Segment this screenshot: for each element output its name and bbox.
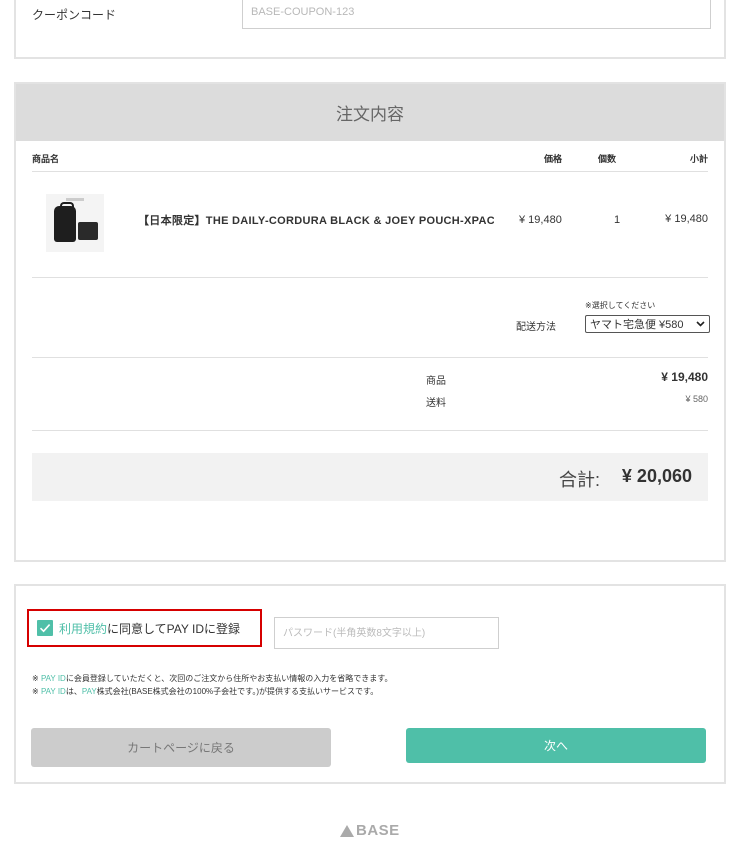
base-logo-icon (340, 824, 354, 837)
grand-total-box: 合計: ¥ 20,060 (32, 453, 708, 501)
grand-total-value: ¥ 20,060 (621, 466, 692, 486)
column-price: 価格 (544, 154, 563, 164)
coupon-section: クーポンコード (14, 0, 726, 59)
column-product-name: 商品名 (32, 154, 60, 164)
grand-total-label: 合計: (558, 470, 600, 490)
order-title: 注文内容 (16, 84, 724, 141)
agree-checkbox[interactable] (37, 620, 53, 636)
items-total-label: 商品 (426, 376, 446, 387)
column-quantity: 個数 (598, 154, 617, 164)
password-input[interactable] (274, 617, 499, 649)
product-name: 【日本限定】THE DAILY-CORDURA BLACK & JOEY POU… (138, 215, 494, 227)
pay-id-notes: ※ PAY IDに会員登録していただくと、次回のご注文から住所やお支払い情報の入… (32, 672, 392, 698)
shipping-method-value: ヤマト宅急便 ¥580 (590, 319, 684, 331)
order-summary: 注文内容 商品名 価格 個数 小計 【日本限定】THE DAILY-CORDUR… (14, 82, 726, 562)
product-thumbnail (46, 194, 104, 252)
pay-id-registration: 利用規約 に同意してPAY IDに登録 ※ PAY IDに会員登録していただくと、… (14, 584, 726, 784)
back-to-cart-button[interactable]: カートページに戻る (31, 728, 331, 767)
base-logo-text: BASE (356, 822, 400, 839)
product-subtotal: ¥ 19,480 (665, 213, 708, 225)
items-total-value: ¥ 19,480 (661, 370, 708, 384)
shipping-method-label: 配送方法 (516, 322, 556, 333)
product-row: 【日本限定】THE DAILY-CORDURA BLACK & JOEY POU… (32, 172, 708, 278)
shipping-fee-label: 送料 (426, 398, 446, 409)
base-logo: BASE (340, 822, 400, 839)
agree-label: に同意してPAY IDに登録 (107, 621, 241, 636)
shipping-fee-value: ¥ 580 (685, 394, 708, 404)
product-quantity: 1 (614, 214, 621, 226)
coupon-input[interactable] (242, 0, 711, 29)
shipping-note: ※選択してください (585, 301, 656, 310)
check-icon (39, 624, 51, 633)
chevron-down-icon (696, 319, 705, 329)
column-subtotal: 小計 (689, 154, 708, 164)
totals-breakdown: 商品 ¥ 19,480 送料 ¥ 580 (32, 358, 708, 431)
note-line-2: ※ PAY IDは、PAY株式会社(BASE株式会社の100%子会社です。)が提… (32, 687, 379, 696)
terms-link[interactable]: 利用規約 (59, 620, 107, 637)
shipping-method-select[interactable]: ヤマト宅急便 ¥580 (585, 315, 710, 333)
agree-terms-highlight: 利用規約 に同意してPAY IDに登録 (27, 609, 262, 647)
coupon-label: クーポンコード (32, 8, 117, 22)
order-table-header: 商品名 価格 個数 小計 (32, 148, 708, 172)
shipping-method-row: ※選択してください 配送方法 ヤマト宅急便 ¥580 (32, 278, 710, 358)
next-button[interactable]: 次へ (406, 728, 706, 763)
product-price: ¥ 19,480 (519, 214, 562, 226)
note-line-1: ※ PAY IDに会員登録していただくと、次回のご注文から住所やお支払い情報の入… (32, 674, 393, 683)
